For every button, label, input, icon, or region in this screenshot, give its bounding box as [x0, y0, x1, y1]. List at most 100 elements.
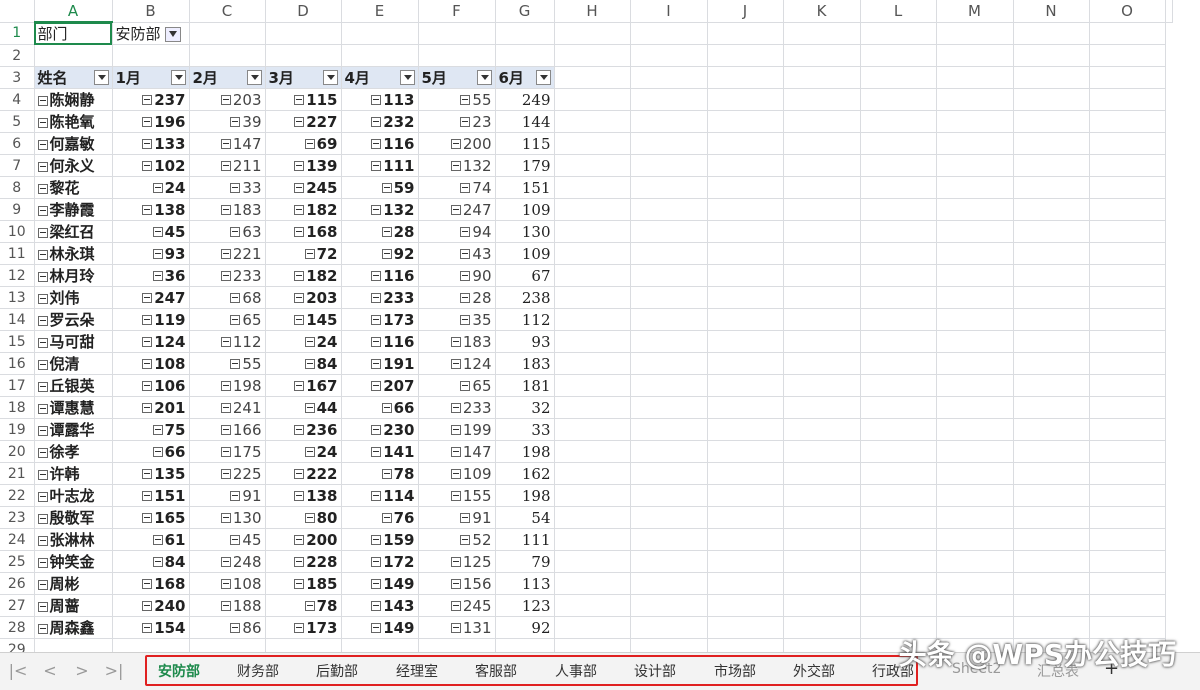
empty-cell[interactable]	[189, 22, 266, 45]
row-header-24[interactable]: 24	[0, 528, 35, 551]
value-cell[interactable]: 23	[418, 110, 496, 133]
collapse-icon[interactable]	[37, 272, 48, 282]
value-cell[interactable]: 131	[418, 616, 496, 639]
empty-cell[interactable]	[936, 264, 1014, 287]
value-cell[interactable]: 175	[189, 440, 266, 463]
empty-cell[interactable]	[783, 352, 861, 375]
first-sheet-nav-icon[interactable]: |<	[8, 661, 28, 681]
empty-cell[interactable]	[936, 484, 1014, 507]
collapse-icon[interactable]	[220, 337, 231, 347]
collapse-icon[interactable]	[450, 469, 461, 479]
value-cell[interactable]: 232	[341, 110, 419, 133]
empty-cell[interactable]	[189, 638, 266, 652]
empty-cell[interactable]	[707, 638, 784, 652]
pivot-header-cell[interactable]: 2月	[189, 66, 266, 89]
empty-cell[interactable]	[1089, 154, 1166, 177]
row-header-11[interactable]: 11	[0, 242, 35, 265]
employee-name-cell[interactable]: 倪清	[34, 352, 113, 375]
value-cell[interactable]: 119	[112, 308, 190, 331]
value-cell[interactable]: 124	[112, 330, 190, 353]
collapse-icon[interactable]	[37, 470, 48, 480]
empty-cell[interactable]	[860, 528, 937, 551]
empty-cell[interactable]	[783, 176, 861, 199]
value-cell[interactable]: 147	[418, 440, 496, 463]
dropdown-filter-icon[interactable]	[322, 70, 338, 85]
empty-cell[interactable]	[860, 484, 937, 507]
empty-cell[interactable]	[936, 220, 1014, 243]
value-cell[interactable]: 227	[265, 110, 342, 133]
column-header-h[interactable]: H	[554, 0, 631, 23]
collapse-icon[interactable]	[37, 426, 48, 436]
value-cell[interactable]: 149	[341, 572, 419, 595]
empty-cell[interactable]	[1089, 484, 1166, 507]
empty-cell[interactable]	[554, 396, 631, 419]
employee-name-cell[interactable]: 何永义	[34, 154, 113, 177]
pivot-header-cell[interactable]: 姓名	[34, 66, 113, 89]
empty-cell[interactable]	[1089, 440, 1166, 463]
collapse-icon[interactable]	[37, 184, 48, 194]
value-cell[interactable]: 32	[495, 396, 555, 419]
empty-cell[interactable]	[936, 110, 1014, 133]
collapse-icon[interactable]	[37, 514, 48, 524]
collapse-icon[interactable]	[304, 601, 315, 611]
empty-cell[interactable]	[630, 286, 708, 309]
empty-cell[interactable]	[630, 66, 708, 89]
empty-cell[interactable]	[707, 572, 784, 595]
empty-cell[interactable]	[936, 286, 1014, 309]
collapse-icon[interactable]	[460, 315, 471, 325]
empty-cell[interactable]	[936, 572, 1014, 595]
value-cell[interactable]: 200	[418, 132, 496, 155]
collapse-icon[interactable]	[142, 95, 153, 105]
dropdown-filter-icon[interactable]	[93, 70, 109, 85]
collapse-icon[interactable]	[294, 491, 305, 501]
pivot-header-cell[interactable]: 5月	[418, 66, 496, 89]
collapse-icon[interactable]	[37, 404, 48, 414]
collapse-icon[interactable]	[294, 315, 305, 325]
collapse-icon[interactable]	[304, 447, 315, 457]
value-cell[interactable]: 132	[341, 198, 419, 221]
value-cell[interactable]: 241	[189, 396, 266, 419]
empty-cell[interactable]	[860, 374, 937, 397]
collapse-icon[interactable]	[294, 117, 305, 127]
employee-name-cell[interactable]: 周蔷	[34, 594, 113, 617]
empty-cell[interactable]	[630, 550, 708, 573]
collapse-icon[interactable]	[220, 557, 231, 567]
value-cell[interactable]: 181	[495, 374, 555, 397]
empty-cell[interactable]	[1089, 396, 1166, 419]
value-cell[interactable]: 133	[112, 132, 190, 155]
collapse-icon[interactable]	[37, 228, 48, 238]
row-header-28[interactable]: 28	[0, 616, 35, 639]
value-cell[interactable]: 114	[341, 484, 419, 507]
employee-name-cell[interactable]: 李静霞	[34, 198, 113, 221]
dropdown-filter-icon[interactable]	[399, 70, 415, 85]
value-cell[interactable]: 55	[189, 352, 266, 375]
employee-name-cell[interactable]: 丘银英	[34, 374, 113, 397]
empty-cell[interactable]	[1089, 286, 1166, 309]
collapse-icon[interactable]	[381, 227, 392, 237]
empty-cell[interactable]	[554, 286, 631, 309]
empty-cell[interactable]	[1089, 264, 1166, 287]
empty-cell[interactable]	[265, 22, 342, 45]
value-cell[interactable]: 54	[495, 506, 555, 529]
row-header-last[interactable]: 29	[0, 638, 35, 652]
empty-cell[interactable]	[1013, 198, 1090, 221]
value-cell[interactable]: 183	[189, 198, 266, 221]
value-cell[interactable]: 135	[112, 462, 190, 485]
value-cell[interactable]: 109	[495, 198, 555, 221]
collapse-icon[interactable]	[230, 117, 241, 127]
collapse-icon[interactable]	[142, 469, 153, 479]
value-cell[interactable]: 211	[189, 154, 266, 177]
empty-cell[interactable]	[707, 110, 784, 133]
empty-cell[interactable]	[936, 44, 1014, 67]
dropdown-filter-icon[interactable]	[246, 70, 262, 85]
empty-cell[interactable]	[860, 176, 937, 199]
value-cell[interactable]: 124	[418, 352, 496, 375]
empty-cell[interactable]	[783, 286, 861, 309]
collapse-icon[interactable]	[294, 95, 305, 105]
value-cell[interactable]: 112	[189, 330, 266, 353]
value-cell[interactable]: 80	[265, 506, 342, 529]
empty-cell[interactable]	[630, 132, 708, 155]
empty-cell[interactable]	[707, 242, 784, 265]
employee-name-cell[interactable]: 黎花	[34, 176, 113, 199]
value-cell[interactable]: 35	[418, 308, 496, 331]
